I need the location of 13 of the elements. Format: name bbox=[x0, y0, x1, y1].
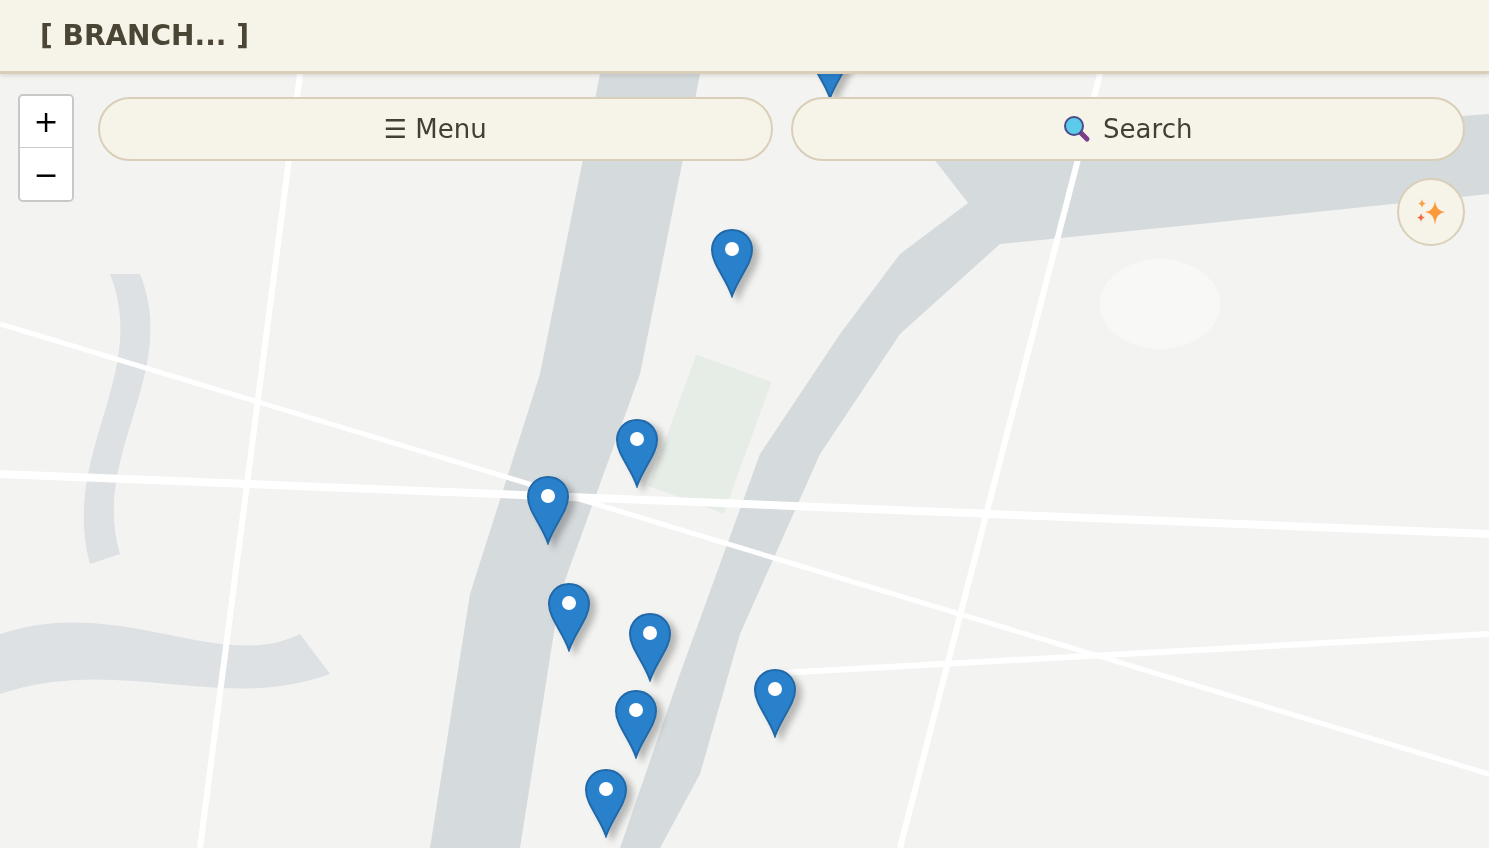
map-pin-icon[interactable] bbox=[628, 612, 672, 682]
search-button[interactable]: Search bbox=[790, 97, 1465, 161]
map-pin-icon[interactable] bbox=[584, 768, 628, 838]
search-icon bbox=[1063, 115, 1092, 143]
map-pin-icon[interactable] bbox=[710, 228, 754, 298]
zoom-in-button[interactable]: + bbox=[20, 96, 72, 148]
map-pin-icon[interactable] bbox=[615, 418, 659, 488]
map-pin-icon[interactable] bbox=[614, 689, 658, 759]
menu-button[interactable]: ☰ Menu bbox=[98, 97, 773, 161]
map-pin-icon[interactable] bbox=[526, 475, 570, 545]
page-title: [ BRANCH... ] bbox=[40, 19, 249, 52]
map-pin-icon[interactable] bbox=[753, 668, 797, 738]
map-pin-icon[interactable] bbox=[547, 582, 591, 652]
